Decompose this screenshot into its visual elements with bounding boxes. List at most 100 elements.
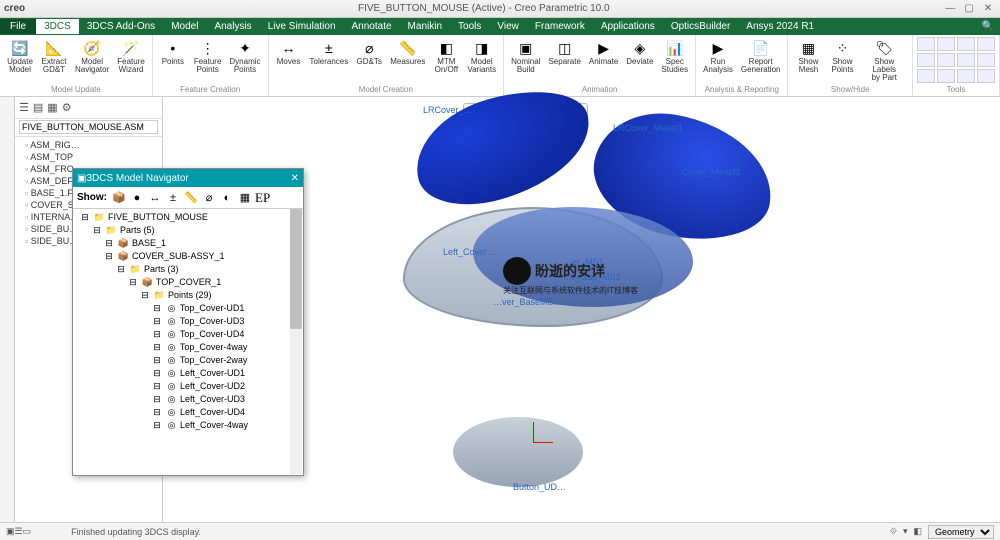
nav-tree-node[interactable]: ⊟ ◎ Top_Cover-2way xyxy=(75,354,301,367)
close-icon[interactable]: ✕ xyxy=(291,173,299,184)
tree-item[interactable]: ASM_RIG… xyxy=(17,139,160,151)
tool-icon[interactable] xyxy=(917,37,935,51)
nav-tree-node[interactable]: ⊟ ◎ Left_Cover-UD2 xyxy=(75,380,301,393)
tab-manikin[interactable]: Manikin xyxy=(400,19,450,34)
show-mesh-button[interactable]: ▦Show Mesh xyxy=(792,37,824,83)
tree-tool-icon[interactable]: ☰ xyxy=(19,101,29,114)
status-tool-icon[interactable]: ▾ xyxy=(903,526,908,537)
nav-tree-node[interactable]: ⊟ 📁 Points (29) xyxy=(75,289,301,302)
nav-tree-node[interactable]: ⊟ 📦 BASE_1 xyxy=(75,237,301,250)
tool-icon[interactable] xyxy=(957,53,975,67)
file-menu[interactable]: File xyxy=(0,19,36,34)
scrollbar-thumb[interactable] xyxy=(290,209,302,329)
tree-filter-input[interactable] xyxy=(19,120,158,134)
tool-icon[interactable] xyxy=(917,53,935,67)
tab-annotate[interactable]: Annotate xyxy=(344,19,400,34)
close-button[interactable]: ✕ xyxy=(980,3,996,14)
search-icon[interactable]: 🔍 xyxy=(982,21,994,32)
tab-3dcs-add-ons[interactable]: 3DCS Add-Ons xyxy=(79,19,163,34)
nav-tree-node[interactable]: ⊟ 📁 FIVE_BUTTON_MOUSE xyxy=(75,211,301,224)
status-icon[interactable]: ▭ xyxy=(23,526,32,537)
points-button[interactable]: •Points xyxy=(157,37,189,75)
maximize-button[interactable]: ▢ xyxy=(961,3,977,14)
tab-tools[interactable]: Tools xyxy=(450,19,489,34)
ribbon-icon: ↔ xyxy=(279,38,299,58)
deviate-button[interactable]: ◈Deviate xyxy=(623,37,656,75)
run-analysis-button[interactable]: ▶Run Analysis xyxy=(700,37,736,75)
nav-show-icon[interactable]: ± xyxy=(165,190,181,206)
tab-live-simulation[interactable]: Live Simulation xyxy=(260,19,344,34)
spec-studies-button[interactable]: 📊Spec Studies xyxy=(658,37,691,75)
tab-ansys-2024-r1[interactable]: Ansys 2024 R1 xyxy=(738,19,822,34)
nav-tree-node[interactable]: ⊟ ◎ Top_Cover-UD1 xyxy=(75,302,301,315)
nav-show-icon[interactable]: ⌀ xyxy=(201,190,217,206)
show labels-by part-button[interactable]: 🏷Show Labels by Part xyxy=(860,37,908,83)
nav-show-icon[interactable]: ▦ xyxy=(237,190,253,206)
tree-item[interactable]: ASM_TOP xyxy=(17,151,160,163)
tool-icon[interactable] xyxy=(937,53,955,67)
tool-icon[interactable] xyxy=(957,69,975,83)
tab-analysis[interactable]: Analysis xyxy=(206,19,259,34)
model-navigator-dialog[interactable]: ▣ 3DCS Model Navigator ✕ Show: 📦 ● ↔ ± 📏… xyxy=(72,168,304,476)
nav-tree-node[interactable]: ⊟ 📦 COVER_SUB-ASSY_1 xyxy=(75,250,301,263)
model-variants-button[interactable]: ◨Model Variants xyxy=(464,37,499,75)
nav-tree-node[interactable]: ⊟ 📁 Parts (5) xyxy=(75,224,301,237)
status-icon[interactable]: ☰ xyxy=(15,526,23,537)
nav-tree-node[interactable]: ⊟ ◎ Left_Cover-UD1 xyxy=(75,367,301,380)
tab-applications[interactable]: Applications xyxy=(593,19,663,34)
report-generation-button[interactable]: 📄Report Generation xyxy=(738,37,784,75)
nav-show-icon[interactable]: 📦 xyxy=(111,190,127,206)
show-points-button[interactable]: ⁘Show Points xyxy=(826,37,858,83)
moves-button[interactable]: ↔Moves xyxy=(273,37,305,75)
tab-model[interactable]: Model xyxy=(163,19,206,34)
mtm-on/off-button[interactable]: ◧MTM On/Off xyxy=(430,37,462,75)
tool-icon[interactable] xyxy=(957,37,975,51)
tree-tool-icon[interactable]: ⚙ xyxy=(62,101,72,114)
nav-show-icon[interactable]: ◐ xyxy=(219,190,235,206)
tool-icon[interactable] xyxy=(917,69,935,83)
tool-icon[interactable] xyxy=(977,53,995,67)
nav-tree-node[interactable]: ⊟ 📦 TOP_COVER_1 xyxy=(75,276,301,289)
feature-wizard-button[interactable]: 🪄Feature Wizard xyxy=(114,37,148,75)
tree-tool-icon[interactable]: ▦ xyxy=(47,101,57,114)
app-logo: creo xyxy=(4,3,25,14)
dynamic-points-button[interactable]: ✦Dynamic Points xyxy=(226,37,263,75)
nav-tree-node[interactable]: ⊟ ◎ Left_Cover-UD4 xyxy=(75,406,301,419)
navigator-tree[interactable]: ⊟ 📁 FIVE_BUTTON_MOUSE⊟ 📁 Parts (5)⊟ 📦 BA… xyxy=(73,209,303,475)
tab-3dcs[interactable]: 3DCS xyxy=(36,19,79,34)
tab-opticsbuilder[interactable]: OpticsBuilder xyxy=(663,19,738,34)
measures-button[interactable]: 📏Measures xyxy=(387,37,428,75)
gd&ts-button[interactable]: ⌀GD&Ts xyxy=(353,37,385,75)
tool-icon[interactable] xyxy=(937,69,955,83)
nav-tree-node[interactable]: ⊟ 📁 Parts (3) xyxy=(75,263,301,276)
minimize-button[interactable]: — xyxy=(942,3,958,14)
status-icon[interactable]: ▣ xyxy=(6,526,15,537)
feature-points-button[interactable]: ⋮Feature Points xyxy=(191,37,225,75)
nav-tree-node[interactable]: ⊟ ◎ Top_Cover-4way xyxy=(75,341,301,354)
tab-framework[interactable]: Framework xyxy=(527,19,593,34)
separate-button[interactable]: ◫Separate xyxy=(545,37,583,75)
animate-button[interactable]: ▶Animate xyxy=(586,37,621,75)
update-model-button[interactable]: 🔄Update Model xyxy=(4,37,36,75)
status-tool-icon[interactable]: ◧ xyxy=(913,526,922,537)
model-navigator-button[interactable]: 🧭Model Navigator xyxy=(72,37,112,75)
nav-show-icon[interactable]: ● xyxy=(129,190,145,206)
tolerances-button[interactable]: ±Tolerances xyxy=(307,37,352,75)
status-tool-icon[interactable]: ⟐ xyxy=(890,526,897,537)
nav-tree-node[interactable]: ⊟ ◎ Left_Cover-UD3 xyxy=(75,393,301,406)
nominal-build-button[interactable]: ▣Nominal Build xyxy=(508,37,543,75)
ribbon-group-label: Model Update xyxy=(4,84,148,94)
tab-view[interactable]: View xyxy=(489,19,527,34)
tree-tool-icon[interactable]: ▤ xyxy=(33,101,43,114)
tool-icon[interactable] xyxy=(977,37,995,51)
tool-icon[interactable] xyxy=(937,37,955,51)
nav-show-icon[interactable]: 📏 xyxy=(183,190,199,206)
selection-filter[interactable]: Geometry xyxy=(928,525,994,539)
nav-tree-node[interactable]: ⊟ ◎ Top_Cover-UD3 xyxy=(75,315,301,328)
tool-icon[interactable] xyxy=(977,69,995,83)
nav-tree-node[interactable]: ⊟ ◎ Left_Cover-4way xyxy=(75,419,301,432)
nav-tree-node[interactable]: ⊟ ◎ Top_Cover-UD4 xyxy=(75,328,301,341)
nav-show-icon[interactable]: ↔ xyxy=(147,190,163,206)
nav-ep-label[interactable]: EP xyxy=(255,190,270,206)
extract-gd&t-button[interactable]: 📐Extract GD&T xyxy=(38,37,70,75)
